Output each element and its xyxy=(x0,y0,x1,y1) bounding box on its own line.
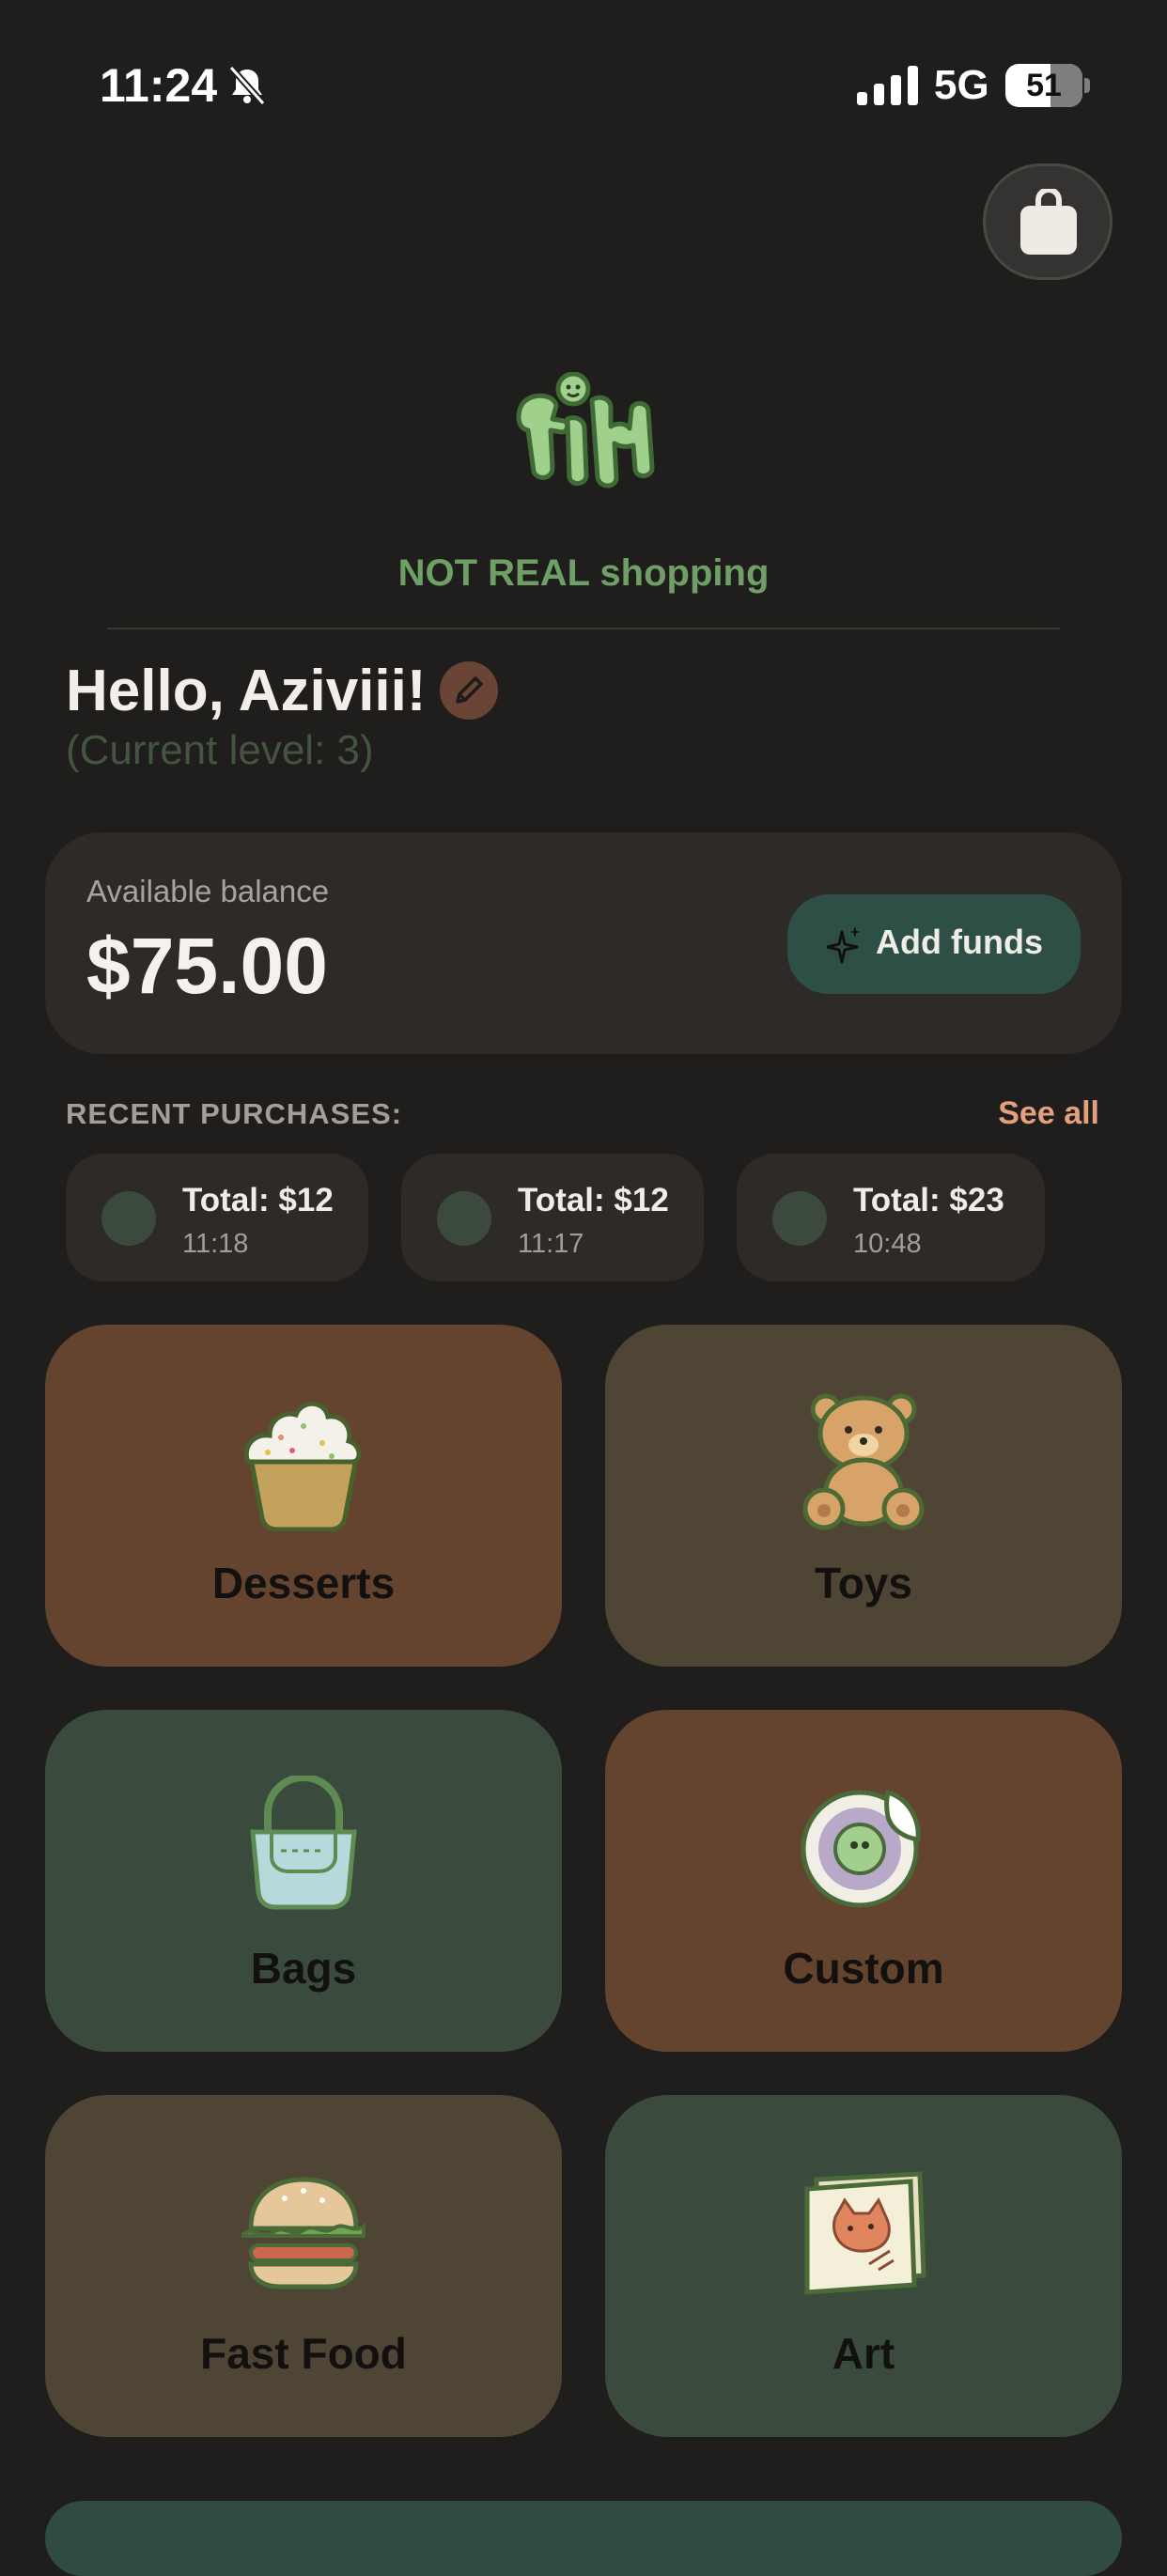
edit-name-button[interactable] xyxy=(440,661,498,720)
recent-purchase-item[interactable]: Total: $12 11:17 xyxy=(401,1154,704,1281)
category-label: Custom xyxy=(783,1944,944,1993)
purchase-time: 10:48 xyxy=(853,1229,922,1259)
purchase-thumbnail xyxy=(101,1191,156,1246)
bell-slash-icon xyxy=(228,65,266,106)
current-level: (Current level: 3) xyxy=(66,727,374,773)
pencil-icon xyxy=(456,676,483,704)
network-type: 5G xyxy=(934,62,989,108)
recent-purchase-item[interactable]: Total: $12 11:18 xyxy=(66,1154,368,1281)
purchase-thumbnail xyxy=(772,1191,827,1246)
add-funds-label: Add funds xyxy=(876,923,1043,961)
app-tagline: NOT REAL shopping xyxy=(397,552,770,594)
purchase-thumbnail xyxy=(437,1191,491,1246)
sparkle-icon xyxy=(827,926,861,964)
category-art[interactable]: Art xyxy=(605,2095,1122,2437)
art-book-icon xyxy=(804,2171,926,2295)
app-logo xyxy=(516,372,655,489)
balance-label: Available balance xyxy=(86,874,330,908)
signal-icon xyxy=(857,66,918,105)
recent-purchase-item[interactable]: Total: $23 10:48 xyxy=(737,1154,1045,1281)
battery-level: 51 xyxy=(1026,68,1062,103)
cart-button[interactable] xyxy=(983,163,1113,280)
see-all-link[interactable]: See all xyxy=(998,1095,1099,1132)
balance-card: Available balance $75.00 Add funds xyxy=(45,832,1122,1054)
category-toys[interactable]: Toys xyxy=(605,1325,1122,1667)
cupcake-icon xyxy=(243,1401,362,1531)
purchase-total: Total: $12 xyxy=(182,1182,334,1218)
purchase-time: 11:17 xyxy=(518,1229,584,1259)
battery-icon: 51 xyxy=(1005,64,1090,107)
category-label: Art xyxy=(832,2329,895,2378)
burger-icon xyxy=(241,2177,366,2289)
category-desserts[interactable]: Desserts xyxy=(45,1325,562,1667)
category-label: Toys xyxy=(815,1559,912,1607)
divider xyxy=(107,628,1060,629)
shopping-bag-icon xyxy=(1020,189,1077,255)
purchase-total: Total: $23 xyxy=(853,1182,1004,1218)
category-fast-food[interactable]: Fast Food xyxy=(45,2095,562,2437)
balance-amount: $75.00 xyxy=(86,922,328,1010)
bottom-card xyxy=(45,2501,1122,2576)
sticker-icon xyxy=(801,1789,921,1908)
category-label: Bags xyxy=(250,1944,357,1993)
category-custom[interactable]: Custom xyxy=(605,1710,1122,2052)
status-time: 11:24 xyxy=(100,59,218,112)
category-bags[interactable]: Bags xyxy=(45,1710,562,2052)
greeting-title: Hello, Aziviii! xyxy=(66,659,427,723)
status-bar: 11:24 5G 51 xyxy=(0,0,1167,169)
category-label: Desserts xyxy=(211,1559,396,1607)
recent-purchases-title: RECENT PURCHASES: xyxy=(66,1097,403,1130)
purchase-time: 11:18 xyxy=(182,1229,249,1259)
purchase-total: Total: $12 xyxy=(518,1182,669,1218)
teddy-bear-icon xyxy=(802,1393,925,1530)
category-label: Fast Food xyxy=(200,2329,407,2378)
add-funds-button[interactable]: Add funds xyxy=(787,894,1081,994)
handbag-icon xyxy=(250,1776,357,1910)
